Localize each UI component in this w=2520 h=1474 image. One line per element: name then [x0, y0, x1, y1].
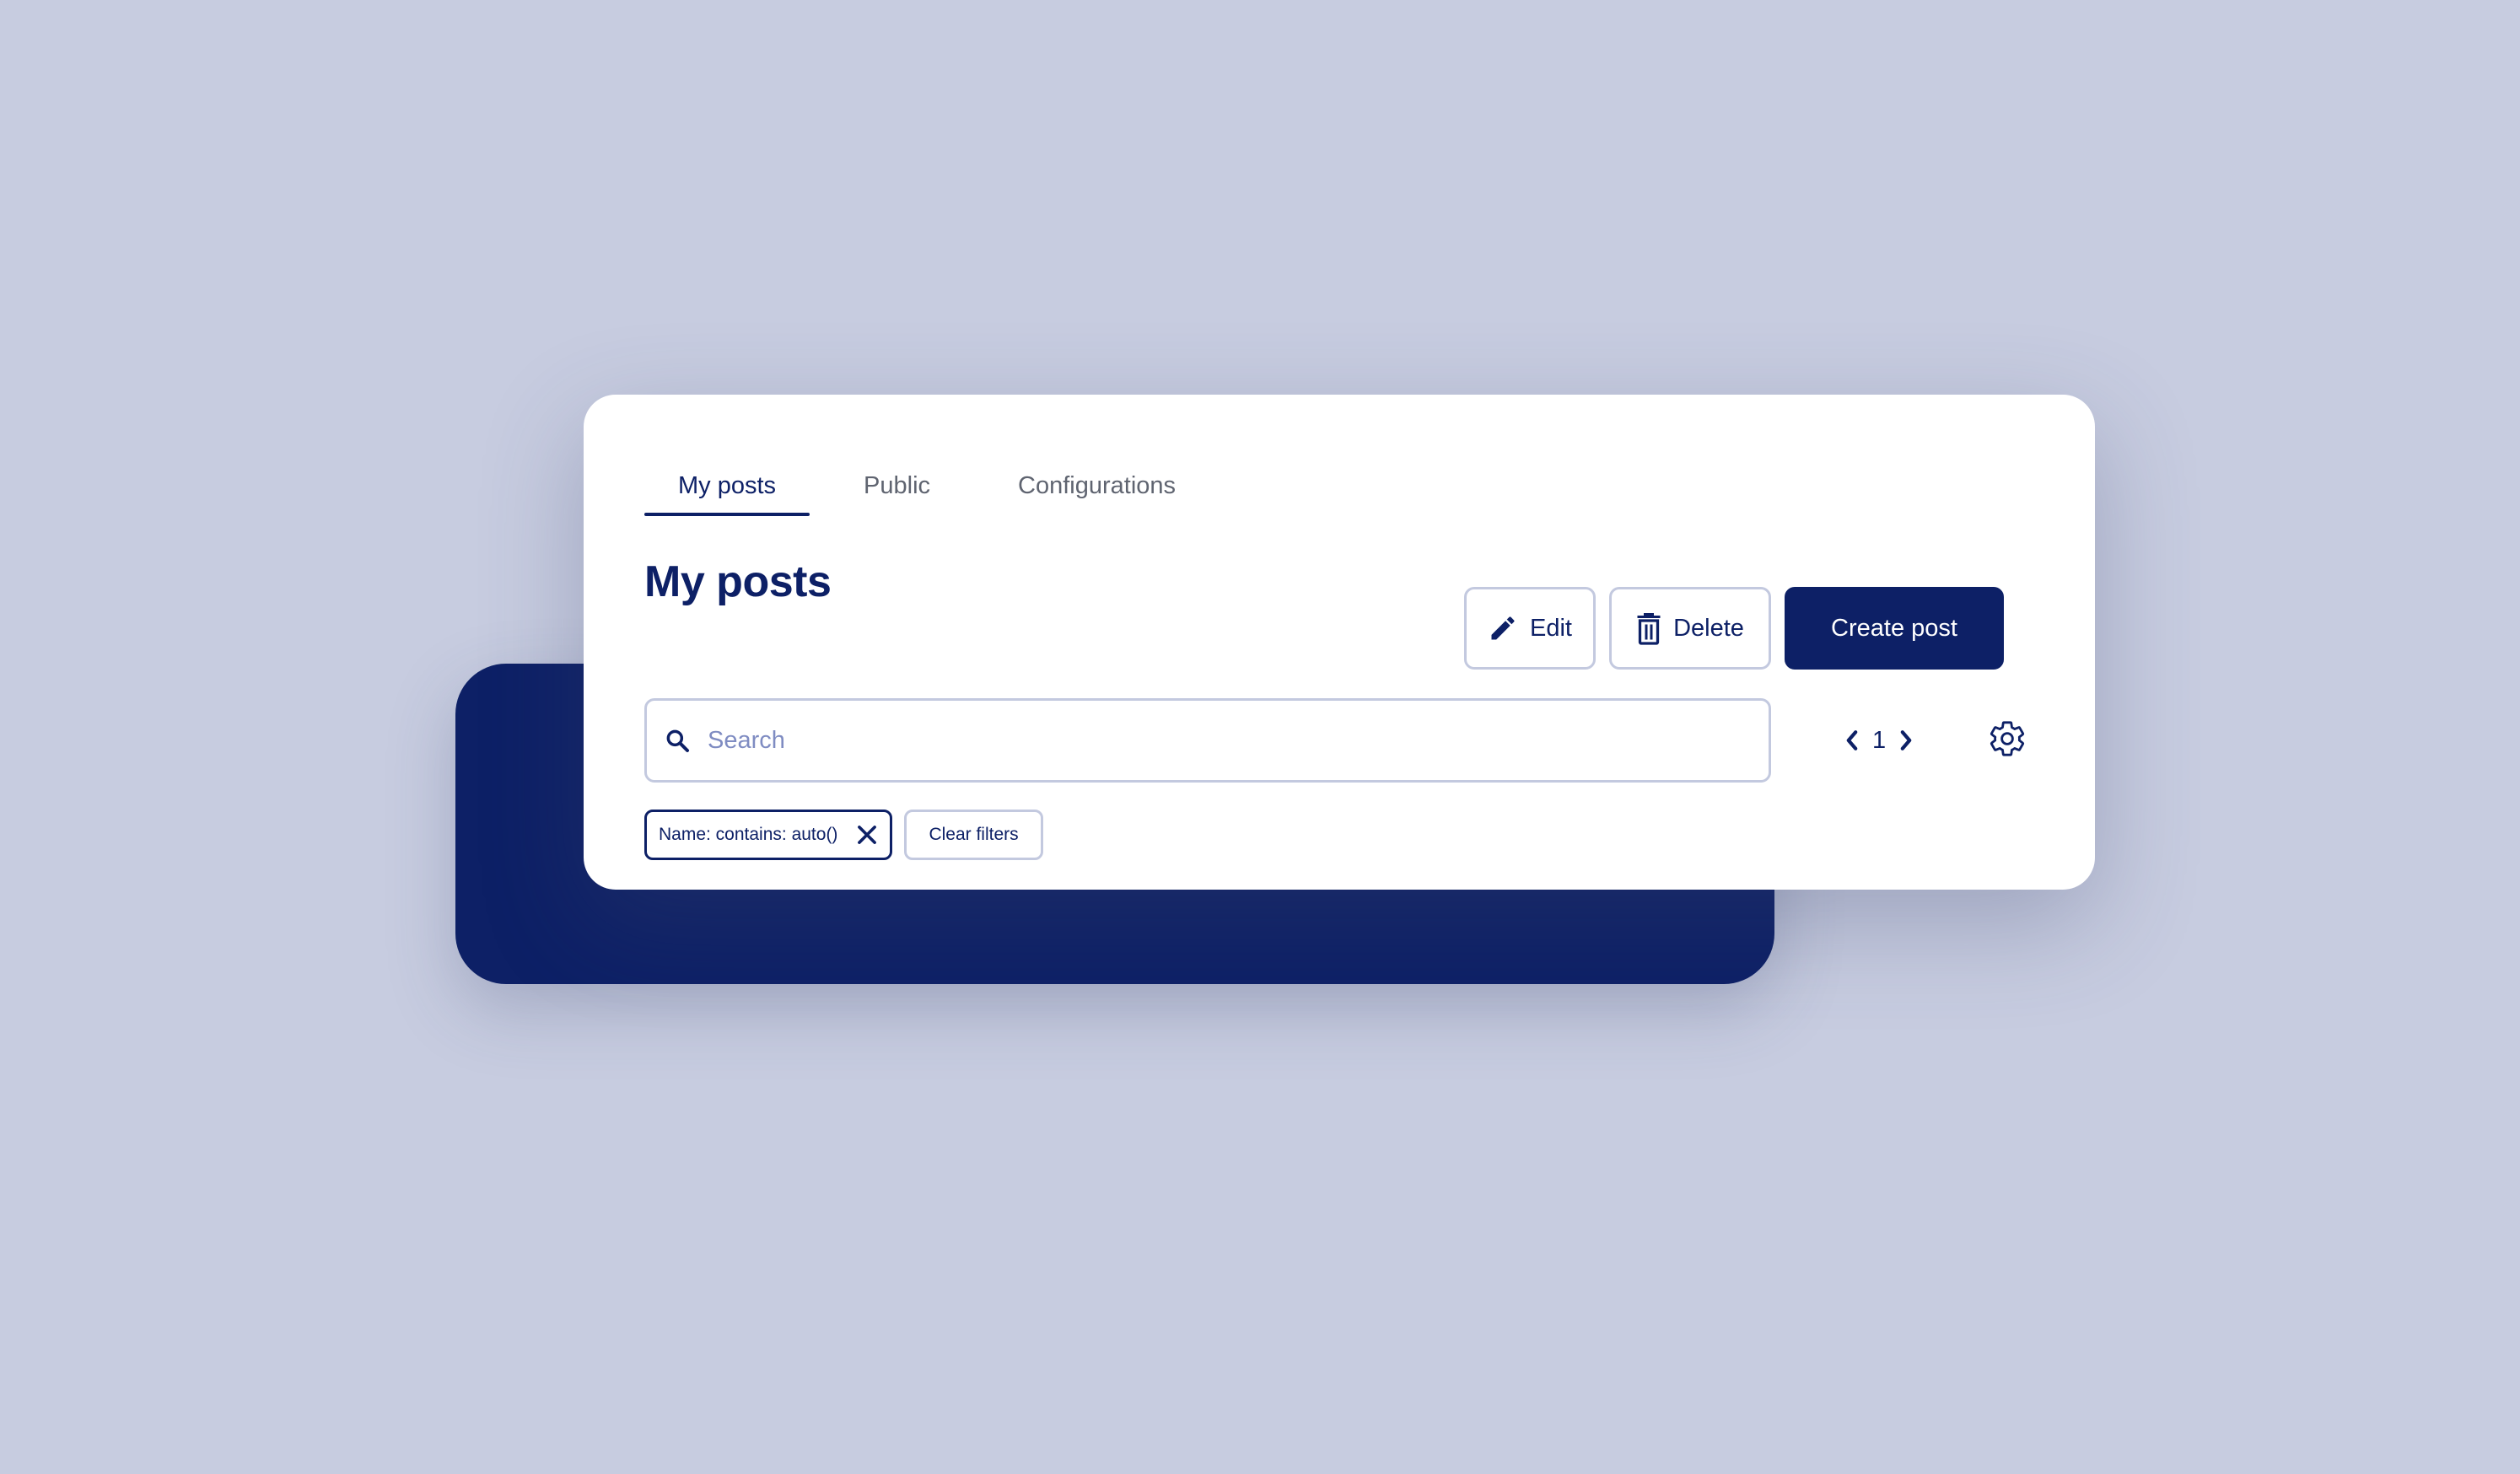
pagination: 1 — [1840, 717, 1918, 764]
page-title: My posts — [644, 557, 832, 606]
chevron-left-icon[interactable] — [1840, 717, 1864, 764]
tab-public[interactable]: Public — [830, 472, 964, 516]
tab-my-posts[interactable]: My posts — [644, 472, 810, 516]
tab-label: Configurations — [1018, 472, 1177, 499]
trash-icon — [1636, 611, 1661, 645]
tab-label: Public — [864, 472, 931, 499]
filter-chip-label: Name: contains: auto() — [659, 825, 838, 844]
search-input[interactable] — [706, 700, 1769, 781]
chevron-right-icon[interactable] — [1894, 717, 1918, 764]
gear-icon — [1987, 718, 2027, 763]
clear-filters-button[interactable]: Clear filters — [904, 810, 1043, 860]
delete-button-label: Delete — [1673, 614, 1744, 642]
tab-configurations[interactable]: Configurations — [984, 472, 1209, 516]
edit-button-label: Edit — [1530, 614, 1572, 642]
filter-chip: Name: contains: auto() — [644, 810, 893, 860]
close-icon[interactable] — [856, 824, 878, 846]
active-filters: Name: contains: auto() Clear filters — [644, 810, 1043, 860]
search-box[interactable] — [644, 698, 1771, 783]
tab-label: My posts — [678, 472, 777, 499]
create-post-button[interactable]: Create post — [1785, 587, 2004, 670]
current-page-number: 1 — [1872, 726, 1887, 754]
delete-button[interactable]: Delete — [1609, 587, 1771, 670]
settings-button[interactable] — [1984, 717, 2031, 764]
pencil-icon — [1488, 613, 1518, 643]
posts-panel: My posts Public Configurations My posts … — [584, 395, 2095, 890]
edit-button[interactable]: Edit — [1464, 587, 1596, 670]
search-icon — [664, 727, 691, 754]
